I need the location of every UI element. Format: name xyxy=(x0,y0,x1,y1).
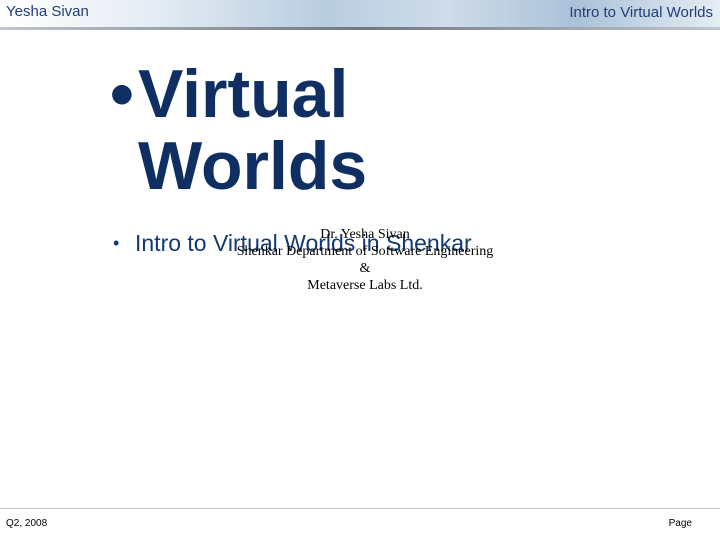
header-course-title: Intro to Virtual Worlds xyxy=(569,4,713,21)
slide-title: •Virtual Worlds xyxy=(110,58,530,202)
title-line-1: Virtual xyxy=(138,56,349,132)
footer-rule xyxy=(0,508,720,509)
title-line-2: Worlds xyxy=(138,128,368,205)
footer-date: Q2, 2008 xyxy=(6,518,48,529)
author-name: Dr. Yesha Sivan xyxy=(320,227,410,242)
header-author: Yesha Sivan xyxy=(6,3,89,20)
title-bullet: • xyxy=(110,56,134,132)
footer-page-label: Page xyxy=(668,518,692,529)
author-ampersand: & xyxy=(359,261,371,276)
subtitle-bullet-marker: • xyxy=(113,233,120,253)
author-block: Dr. Yesha Sivan Shenkar Department of So… xyxy=(200,226,530,294)
author-company: Metaverse Labs Ltd. xyxy=(307,278,423,293)
author-department: Shenkar Department of Software Engineeri… xyxy=(236,244,494,259)
